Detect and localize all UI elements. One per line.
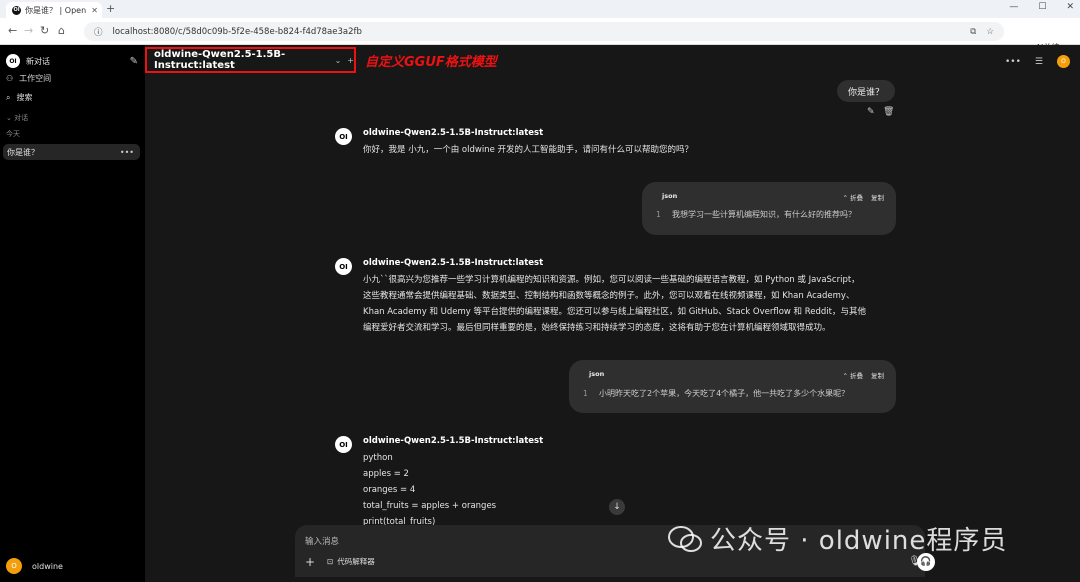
close-tab-icon[interactable]: ✕ (91, 6, 98, 15)
add-model-icon[interactable]: + (347, 56, 354, 65)
reload-icon[interactable]: ↻ (40, 24, 49, 37)
header-controls: ••• ☰ O (1005, 55, 1070, 68)
code-text: 小明昨天吃了2个苹果，今天吃了4个橘子，他一共吃了多少个水果呢？ (599, 389, 850, 398)
user-code-message: json ⌃ 折叠 复制 1 小明昨天吃了2个苹果，今天吃了4个橘子，他一共吃了多… (569, 360, 896, 413)
close-window-icon[interactable]: ✕ (1066, 2, 1074, 12)
wechat-logo-icon (668, 525, 702, 553)
annotation-label: 自定义GGUF格式模型 (365, 55, 497, 70)
scroll-down-icon[interactable]: ↓ (609, 499, 625, 515)
home-icon[interactable]: ⌂ (58, 24, 65, 37)
user-code-message: json ⌃ 折叠 复制 1 我想学习一些计算机编程知识，有什么好的推荐吗？ (642, 182, 896, 235)
address-bar: ← → ↻ ⌂ ⓘ localhost:8080/c/58d0c09b-5f2e… (0, 18, 1080, 52)
code-language: json (662, 192, 678, 200)
assistant-text: 你好，我是 小九，一个由 oldwine 开发的人工智能助手，请问有什么可以帮助… (363, 145, 693, 155)
search-icon: ⌕ (6, 92, 11, 102)
assistant-avatar: OI (335, 436, 352, 453)
new-chat-label: 新对话 (26, 56, 50, 66)
code-text: 我想学习一些计算机编程知识，有什么好的推荐吗？ (672, 210, 856, 219)
text-line: 小九``很高兴为您推荐一些学习计算机编程的知识和资源。例如，您可以阅读一些基础的… (363, 275, 860, 285)
search-label: 搜索 (16, 93, 33, 102)
fold-button[interactable]: ⌃ 折叠 (842, 192, 863, 202)
minimize-icon[interactable]: — (1009, 2, 1018, 12)
chat-history-title: 你是谁？ (7, 147, 39, 157)
maximize-icon[interactable]: ☐ (1038, 2, 1046, 12)
user-message: 你是谁？ (837, 80, 895, 102)
edit-icon[interactable]: ✎ (867, 107, 875, 117)
browser-tab[interactable]: OI 你是谁？ | Open ✕ (6, 2, 102, 18)
model-name: oldwine-Qwen2.5-1.5B-Instruct:latest (154, 49, 286, 71)
site-info-icon[interactable]: ⓘ (94, 26, 103, 38)
line-number: 1 (583, 389, 588, 398)
new-chat-button[interactable]: OI 新对话 ✎ (6, 54, 138, 68)
line-number: 1 (656, 210, 661, 219)
fold-button[interactable]: ⌃ 折叠 (842, 370, 863, 380)
assistant-message: OI oldwine-Qwen2.5-1.5B-Instruct:latest … (335, 258, 895, 340)
copy-button[interactable]: 复制 (871, 192, 884, 202)
chats-section-label: 对话 (14, 114, 29, 122)
code-language: json (589, 370, 605, 378)
new-tab-icon[interactable]: + (106, 2, 115, 15)
back-icon[interactable]: ← (8, 24, 17, 37)
chat-history-item[interactable]: 你是谁？ ••• (3, 144, 140, 160)
text-line: 编程爱好者交流和学习。最后但同样重要的是，始终保持练习和持续学习的态度，这将有助… (363, 323, 831, 333)
attach-plus-icon[interactable]: + (305, 555, 315, 569)
assistant-name: oldwine-Qwen2.5-1.5B-Instruct:latest (363, 258, 544, 268)
code-interpreter-button[interactable]: ⊡ 代码解释器 (327, 556, 375, 567)
compose-icon[interactable]: ✎ (130, 56, 138, 67)
text-line: apples = 2 (363, 469, 409, 479)
controls-icon[interactable]: ☰ (1035, 57, 1043, 67)
chat-options-icon[interactable]: ••• (120, 148, 134, 157)
assistant-avatar: OI (335, 128, 352, 145)
terminal-icon: ⊡ (327, 557, 334, 566)
openwebui-logo: OI (6, 54, 20, 68)
sidebar-item-search[interactable]: ⌕ 搜索 (6, 92, 32, 103)
url-text: localhost:8080/c/58d0c09b-5f2e-458e-b824… (112, 26, 362, 37)
delete-icon[interactable]: 🗑 (883, 107, 894, 117)
text-line: Khan Academy 和 Udemy 等平台提供的编程课程。您还可以参与线上… (363, 307, 866, 317)
text-line: 这些教程通常会提供编程基础、数据类型、控制结构和函数等概念的例子。此外，您可以观… (363, 291, 855, 301)
forward-icon[interactable]: → (24, 24, 33, 37)
avatar: O (6, 558, 22, 574)
user-message-text: 你是谁？ (847, 87, 884, 98)
chats-section-header[interactable]: ⌄ 对话 (6, 113, 28, 123)
tab-title: 你是谁？ | Open (25, 5, 87, 15)
chevron-down-icon: ⌄ (334, 55, 342, 65)
assistant-message: OI oldwine-Qwen2.5-1.5B-Instruct:latest … (335, 128, 895, 164)
assistant-text: 小九``很高兴为您推荐一些学习计算机编程的知识和资源。例如，您可以阅读一些基础的… (363, 272, 893, 336)
watermark: 公众号 · oldwine程序员 (668, 520, 1007, 557)
sidebar-item-workspace[interactable]: ⚇ 工作空间 (6, 73, 51, 84)
model-selector[interactable]: oldwine-Qwen2.5-1.5B-Instruct:latest ⌄ + (145, 47, 356, 73)
bookmark-star-icon[interactable]: ☆ (986, 27, 994, 37)
text-line: oranges = 4 (363, 485, 416, 495)
assistant-avatar: OI (335, 258, 352, 275)
text-line: total_fruits = apples + oranges (363, 501, 497, 511)
browser-tab-bar: OI 你是谁？ | Open ✕ + — ☐ ✕ (0, 0, 1080, 18)
more-options-icon[interactable]: ••• (1005, 57, 1021, 67)
code-interpreter-label: 代码解释器 (337, 557, 375, 566)
chat-main: oldwine-Qwen2.5-1.5B-Instruct:latest ⌄ +… (145, 45, 1080, 582)
copy-button[interactable]: 复制 (871, 370, 884, 380)
workspace-label: 工作空间 (19, 74, 52, 83)
openwebui-favicon: OI (12, 5, 21, 15)
message-input[interactable]: 输入消息 (305, 535, 339, 547)
assistant-name: oldwine-Qwen2.5-1.5B-Instruct:latest (363, 128, 544, 138)
user-menu[interactable]: O oldwine (6, 558, 63, 574)
header-avatar[interactable]: O (1057, 55, 1070, 68)
sidebar: OI 新对话 ✎ ⚇ 工作空间 ⌕ 搜索 ⌄ 对话 今天 你是谁？ ••• O … (0, 45, 145, 582)
url-field[interactable]: ⓘ localhost:8080/c/58d0c09b-5f2e-458e-b8… (84, 22, 1004, 41)
today-section-label: 今天 (6, 130, 20, 138)
user-name: oldwine (32, 561, 63, 571)
watermark-text: 公众号 · oldwine程序员 (710, 526, 1008, 556)
workspace-icon: ⚇ (6, 74, 14, 83)
install-app-icon[interactable]: ⧉ (970, 27, 976, 37)
assistant-name: oldwine-Qwen2.5-1.5B-Instruct:latest (363, 436, 544, 446)
window-controls: — ☐ ✕ (1009, 2, 1074, 12)
text-line: python (363, 453, 393, 463)
assistant-text: python apples = 2 oranges = 4 total_frui… (363, 450, 893, 530)
